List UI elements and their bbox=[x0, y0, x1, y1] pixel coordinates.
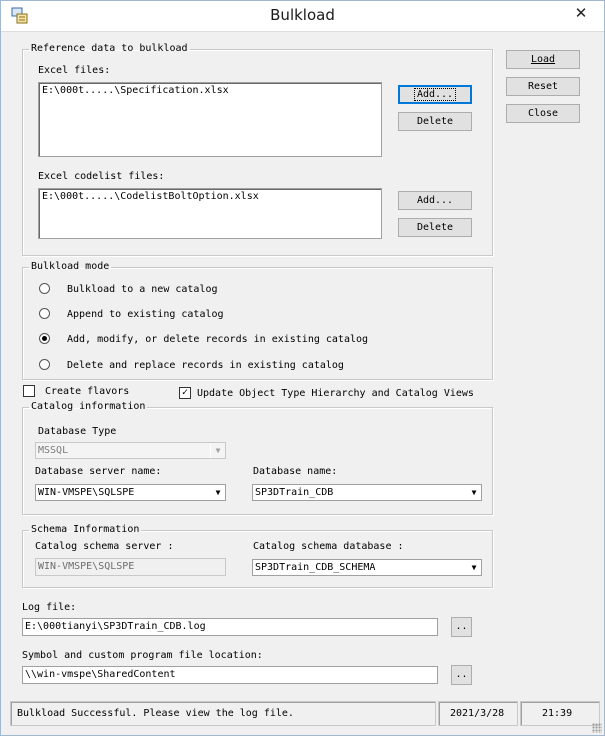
codelist-files-list[interactable]: E:\000t.....\CodelistBoltOption.xlsx bbox=[38, 188, 382, 239]
schema-server-field: WIN-VMSPE\SQLSPE bbox=[35, 558, 226, 576]
schema-information-legend: Schema Information bbox=[31, 524, 140, 535]
codelist-file-item[interactable]: E:\000t.....\CodelistBoltOption.xlsx bbox=[42, 191, 259, 202]
log-file-field[interactable]: E:\000tianyi\SP3DTrain_CDB.log bbox=[22, 618, 438, 636]
excel-file-item[interactable]: E:\000t.....\Specification.xlsx bbox=[42, 85, 229, 96]
mode-new-catalog-label[interactable]: Bulkload to a new catalog bbox=[67, 284, 218, 296]
symbol-browse-label: .. bbox=[455, 669, 468, 680]
database-server-combo[interactable]: WIN-VMSPE\SQLSPE ▼ bbox=[35, 484, 226, 501]
catalog-information-legend: Catalog information bbox=[31, 401, 146, 412]
database-server-label: Database server name: bbox=[35, 466, 162, 477]
mode-append-label[interactable]: Append to existing catalog bbox=[67, 309, 224, 321]
mode-replace-radio[interactable] bbox=[39, 359, 50, 370]
status-bar: Bulkload Successful. Please view the log… bbox=[1, 698, 604, 735]
mode-modify-label[interactable]: Add, modify, or delete records in existi… bbox=[67, 334, 368, 346]
update-hierarchy-checkbox[interactable]: ✓ bbox=[179, 387, 191, 399]
status-time: 21:39 bbox=[520, 701, 600, 726]
excel-files-list[interactable]: E:\000t.....\Specification.xlsx bbox=[38, 82, 382, 157]
database-server-value: WIN-VMSPE\SQLSPE bbox=[38, 487, 135, 498]
database-type-combo: MSSQL ▼ bbox=[35, 442, 226, 459]
load-button[interactable]: Load bbox=[506, 50, 580, 69]
log-browse-button[interactable]: .. bbox=[451, 617, 472, 637]
mode-append-radio[interactable] bbox=[39, 308, 50, 319]
schema-information-group: Schema Information bbox=[22, 524, 493, 588]
load-button-label: Load bbox=[530, 53, 556, 65]
codelist-delete-label: Delete bbox=[416, 221, 454, 233]
resize-grip-icon[interactable] bbox=[592, 723, 602, 733]
chevron-down-icon[interactable]: ▼ bbox=[466, 560, 481, 575]
reference-data-legend: Reference data to bulkload bbox=[31, 43, 188, 54]
reset-button[interactable]: Reset bbox=[506, 77, 580, 96]
reset-button-label: Reset bbox=[527, 80, 559, 92]
database-name-combo[interactable]: SP3DTrain_CDB ▼ bbox=[252, 484, 482, 501]
excel-add-button[interactable]: Add... bbox=[398, 85, 472, 104]
codelist-add-button[interactable]: Add... bbox=[398, 191, 472, 210]
window-title: Bulkload bbox=[270, 6, 335, 24]
excel-files-label: Excel files: bbox=[38, 65, 111, 76]
mode-replace-label[interactable]: Delete and replace records in existing c… bbox=[67, 360, 344, 372]
symbol-browse-button[interactable]: .. bbox=[451, 665, 472, 685]
create-flavors-checkbox[interactable] bbox=[23, 385, 35, 397]
database-type-value: MSSQL bbox=[38, 445, 69, 456]
close-button-label: Close bbox=[527, 107, 559, 119]
excel-delete-button[interactable]: Delete bbox=[398, 112, 472, 131]
database-name-value: SP3DTrain_CDB bbox=[255, 487, 334, 498]
codelist-files-label: Excel codelist files: bbox=[38, 171, 165, 182]
close-window-icon[interactable]: ✕ bbox=[562, 1, 600, 25]
status-message: Bulkload Successful. Please view the log… bbox=[10, 701, 436, 726]
database-name-label: Database name: bbox=[253, 466, 338, 477]
database-type-label: Database Type bbox=[38, 426, 117, 437]
log-file-label: Log file: bbox=[22, 602, 77, 613]
excel-add-label: Add... bbox=[413, 87, 457, 101]
symbol-location-field[interactable]: \\win-vmspe\SharedContent bbox=[22, 666, 438, 684]
schema-server-label: Catalog schema server : bbox=[35, 541, 174, 552]
chevron-down-icon[interactable]: ▼ bbox=[466, 485, 481, 500]
status-date: 2021/3/28 bbox=[438, 701, 518, 726]
log-browse-label: .. bbox=[455, 621, 468, 632]
bulkload-mode-legend: Bulkload mode bbox=[31, 261, 110, 272]
mode-new-catalog-radio[interactable] bbox=[39, 283, 50, 294]
excel-delete-label: Delete bbox=[416, 115, 454, 127]
schema-database-combo[interactable]: SP3DTrain_CDB_SCHEMA ▼ bbox=[252, 559, 482, 576]
title-bar[interactable]: Bulkload ✕ bbox=[1, 1, 604, 32]
symbol-location-label: Symbol and custom program file location: bbox=[22, 650, 263, 661]
close-button[interactable]: Close bbox=[506, 104, 580, 123]
chevron-down-icon[interactable]: ▼ bbox=[210, 485, 225, 500]
codelist-delete-button[interactable]: Delete bbox=[398, 218, 472, 237]
chevron-down-icon: ▼ bbox=[210, 443, 225, 458]
schema-database-value: SP3DTrain_CDB_SCHEMA bbox=[255, 562, 376, 573]
mode-modify-radio[interactable] bbox=[39, 333, 50, 344]
create-flavors-label[interactable]: Create flavors bbox=[45, 386, 129, 398]
update-hierarchy-label[interactable]: Update Object Type Hierarchy and Catalog… bbox=[197, 388, 474, 400]
codelist-add-label: Add... bbox=[416, 194, 454, 206]
schema-database-label: Catalog schema database : bbox=[253, 541, 404, 552]
bulkload-dialog: Bulkload ✕ Load Reset Close Reference da… bbox=[0, 0, 605, 736]
